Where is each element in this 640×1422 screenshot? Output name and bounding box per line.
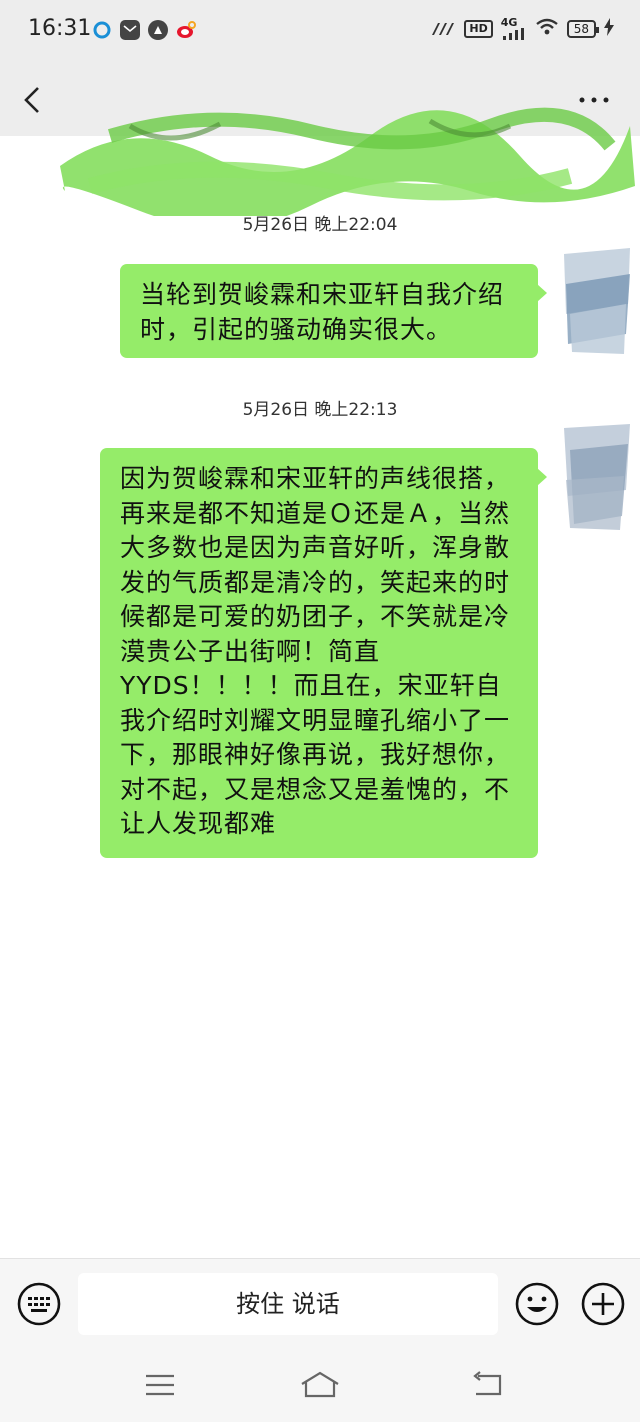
- system-nav-bar: [0, 1352, 640, 1422]
- battery-level: 58: [573, 22, 589, 36]
- status-app-icons: [92, 20, 196, 40]
- signal-icon: [430, 20, 456, 39]
- bubble-tail: [537, 284, 547, 302]
- message-text: 当轮到贺峻霖和宋亚轩自我介绍时，引起的骚动确实很大。: [140, 280, 505, 344]
- charging-icon: [604, 18, 614, 40]
- network-indicator: 4G: [501, 16, 527, 40]
- mail-icon: [120, 20, 140, 40]
- battery-icon: 58: [566, 20, 600, 38]
- wifi-icon: [535, 18, 559, 40]
- back-icon[interactable]: [470, 1370, 506, 1400]
- emoji-icon[interactable]: [514, 1281, 560, 1327]
- browser-icon: [92, 20, 112, 40]
- hd-badge: HD: [464, 20, 493, 38]
- status-bar: 16:31 HD 4G 58: [0, 0, 640, 62]
- status-time: 16:31: [28, 16, 92, 41]
- keyboard-icon[interactable]: [16, 1281, 62, 1327]
- message-text: 因为贺峻霖和宋亚轩的声线很搭，再来是都不知道是Ｏ还是Ａ，当然大多数也是因为声音好…: [120, 464, 511, 838]
- message-bubble[interactable]: 当轮到贺峻霖和宋亚轩自我介绍时，引起的骚动确实很大。: [120, 264, 547, 358]
- message-timestamp: 5月26日 晚上22:04: [242, 215, 398, 235]
- plus-icon[interactable]: [580, 1281, 626, 1327]
- compass-icon: [148, 20, 168, 40]
- avatar[interactable]: [560, 420, 632, 532]
- redaction-scribble: [60, 107, 635, 216]
- bubble-tail: [537, 468, 547, 486]
- input-bar: 按住 说话: [0, 1258, 640, 1353]
- hold-to-talk-button[interactable]: 按住 说话: [78, 1273, 498, 1335]
- weibo-icon: [176, 20, 196, 40]
- avatar[interactable]: [560, 244, 632, 356]
- home-icon[interactable]: [298, 1370, 342, 1400]
- menu-icon[interactable]: [142, 1370, 178, 1400]
- status-right: HD 4G 58: [430, 16, 614, 40]
- message-bubble[interactable]: 因为贺峻霖和宋亚轩的声线很搭，再来是都不知道是Ｏ还是Ａ，当然大多数也是因为声音好…: [100, 448, 547, 858]
- back-chevron-icon[interactable]: [16, 82, 52, 118]
- message-timestamp: 5月26日 晚上22:13: [242, 400, 398, 420]
